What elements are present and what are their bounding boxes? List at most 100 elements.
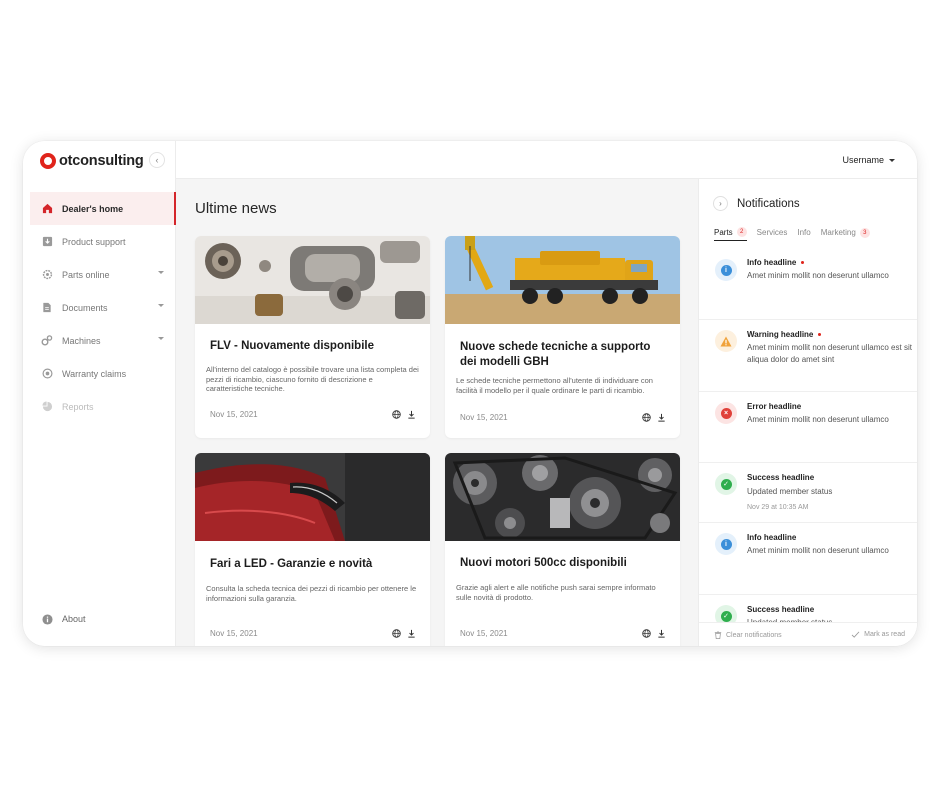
tab-label: Marketing [820,228,856,237]
sidebar-item-reports[interactable]: Reports [30,390,176,423]
notification-headline: Success headline [747,473,815,482]
pie-chart-icon [41,401,53,413]
notification-headline: Warning headline [747,330,822,339]
tab-label: Parts [714,227,733,237]
clear-notifications-label: Clear notifications [726,631,782,639]
notification-item[interactable]: i Info headline Amet minim mollit non de… [699,249,917,320]
notification-body: Amet minim mollit non deserunt ullamco e… [747,343,912,364]
home-icon [41,203,53,215]
news-card-actions [392,629,416,638]
trash-icon [714,631,722,639]
count-badge: 2 [736,227,747,237]
sidebar-item-label: Dealer's home [62,203,124,214]
success-icon: ✓ [715,473,737,495]
user-menu[interactable]: Username [842,155,895,165]
unread-dot [818,333,822,336]
notifications-panel: › Notifications Parts 2 Services Info Ma… [698,179,917,646]
sidebar-item-dealers-home[interactable]: Dealer's home [30,192,176,225]
globe-icon[interactable] [392,410,401,419]
chevron-down-icon [889,158,895,162]
warning-icon [715,330,737,352]
news-card-date: Nov 15, 2021 [210,410,258,419]
chevron-down-icon [158,337,164,340]
gear-icon [41,269,53,281]
count-badge: 3 [859,227,870,238]
news-card[interactable]: Nuovi motori 500cc disponibili Grazie ag… [445,453,680,646]
chevron-right-icon[interactable]: › [713,196,728,211]
news-card-title: Nuovi motori 500cc disponibili [460,557,627,569]
target-icon [41,368,53,380]
mark-as-read-button[interactable]: Mark as read [851,631,905,638]
news-card-title: Nuove schede tecniche a supporto dei mod… [460,341,651,368]
error-icon: × [715,402,737,424]
news-card[interactable]: FLV - Nuovamente disponibile All'interno… [195,236,430,438]
notification-item[interactable]: ✓ Success headline Updated member status… [699,463,917,523]
notification-headline: Info headline [747,533,797,542]
globe-icon[interactable] [642,413,651,422]
news-card-date: Nov 15, 2021 [210,629,258,638]
sidebar-item-product-support[interactable]: Product support [30,225,176,258]
download-box-icon [41,236,53,248]
info-icon: i [715,259,737,281]
news-image-engine [445,453,680,541]
sidebar-item-documents[interactable]: Documents [30,291,176,324]
tab-services[interactable]: Services [757,227,788,241]
download-icon[interactable] [407,410,416,419]
notification-headline: Success headline [747,605,815,614]
notifications-title: Notifications [737,197,800,210]
news-card[interactable]: Fari a LED - Garanzie e novità Consulta … [195,453,430,646]
news-image-red-car [195,453,430,541]
brand-logo[interactable]: otconsulting [40,151,144,171]
collapse-sidebar-button[interactable]: ‹ [149,152,165,168]
sidebar-item-label: Reports [62,401,94,412]
download-icon[interactable] [657,629,666,638]
tab-parts[interactable]: Parts 2 [714,227,747,241]
notification-body: Amet minim mollit non deserunt ullamco [747,546,889,555]
sidebar-item-machines[interactable]: Machines [30,324,176,357]
brand-name: otconsulting [59,153,144,169]
news-card-description: Consulta la scheda tecnica dei pezzi di … [206,584,417,603]
clear-notifications-button[interactable]: Clear notifications [714,631,782,639]
unread-dot [801,261,805,264]
username-label: Username [842,155,884,165]
tab-info[interactable]: Info [797,227,810,241]
sidebar-item-parts-online[interactable]: Parts online [30,258,176,291]
notification-item[interactable]: i Info headline Amet minim mollit non de… [699,523,917,595]
logo-ring-icon [40,153,56,169]
notification-body: Amet minim mollit non deserunt ullamco [747,415,889,424]
chevron-down-icon [158,271,164,274]
document-icon [41,302,53,314]
news-card[interactable]: Nuove schede tecniche a supporto dei mod… [445,236,680,438]
app-window: otconsulting ‹ Dealer's home Product sup… [23,141,917,646]
news-image-crane-truck [445,236,680,324]
page-title: Ultime news [195,200,277,217]
sidebar-item-label: Documents [62,302,108,313]
chevron-down-icon [158,304,164,307]
news-card-actions [642,413,666,422]
notification-item[interactable]: × Error headline Amet minim mollit non d… [699,392,917,463]
globe-icon[interactable] [392,629,401,638]
notification-body: Amet minim mollit non deserunt ullamco [747,271,889,280]
notifications-header: › Notifications [713,196,800,211]
globe-icon[interactable] [642,629,651,638]
info-icon [41,613,53,625]
tab-marketing[interactable]: Marketing 3 [821,227,870,241]
sidebar-item-warranty-claims[interactable]: Warranty claims [30,357,176,390]
checkmark-icon [851,631,860,638]
news-image-carburetor [195,236,430,324]
download-icon[interactable] [657,413,666,422]
tab-label: Services [756,228,788,237]
info-icon: i [715,533,737,555]
news-card-description: All'interno del catalogo è possibile tro… [206,365,419,393]
news-card-title: FLV - Nuovamente disponibile [210,340,374,352]
notification-headline: Error headline [747,402,802,411]
news-card-actions [392,410,416,419]
news-card-description: Grazie agli alert e alle notifiche push … [456,583,656,602]
main-content: Ultime news FLV - Nuovamente disponibile [176,179,698,646]
news-card-title: Fari a LED - Garanzie e novità [210,558,373,570]
about-label: About [62,614,86,624]
download-icon[interactable] [407,629,416,638]
news-card-actions [642,629,666,638]
notification-item[interactable]: Warning headline Amet minim mollit non d… [699,320,917,392]
about-link[interactable]: About [30,604,170,634]
